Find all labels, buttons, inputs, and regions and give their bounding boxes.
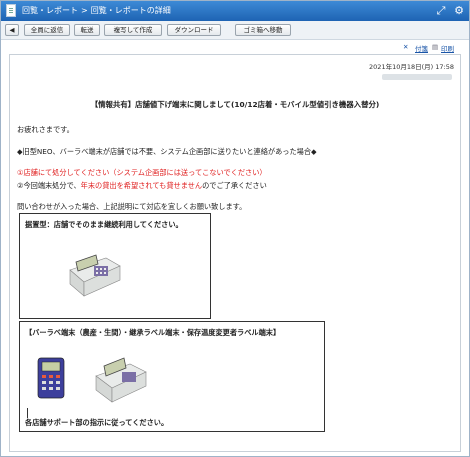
closing-text: 問い合わせが入った場合、上記説明にて対応を宜しくお願い致します。 (17, 202, 247, 211)
action-row: ✕ 付箋 ▤ 印刷 (1, 40, 469, 54)
instruction-1-c: ） (259, 168, 267, 177)
back-button[interactable]: ◀ (5, 24, 19, 36)
handheld-terminal-image (37, 357, 65, 399)
forward-button[interactable]: 転送 (74, 24, 100, 36)
message-body: 2021年10月18日(月) 17:58 【情報共有】店舗値下げ端末に関しまして… (9, 54, 461, 452)
message-date: 2021年10月18日(月) 17:58 (369, 63, 454, 71)
breadcrumb-list[interactable]: 回覧・レポート (22, 6, 78, 15)
instruction-1-b: システム企画部には送ってこないでください (116, 168, 260, 177)
notice-text: ◆旧型NEO、バーラベ端末が店舗では不要、システム企画部に送りたいと連絡があった… (17, 147, 317, 156)
stationary-terminal-image (69, 254, 121, 297)
breadcrumb: 回覧・レポート > 回覧・レポートの詳細 (22, 5, 171, 16)
box1-title: 据置型：店舗でそのまま継続利用してください。 (25, 220, 183, 229)
printer-icon[interactable]: ▤ (432, 43, 438, 51)
toolbar: ◀ 全員に返信 転送 複写して作成 ダウンロード ゴミ箱へ移動 (1, 21, 469, 40)
instruction-1: ①店舗にて処分してください（システム企画部には送ってこないでください） (17, 168, 267, 178)
window: 回覧・レポート > 回覧・レポートの詳細 ⤢ ⚙ ◀ 全員に返信 転送 複写して作成… (0, 0, 470, 457)
instruction-2-b: 年末の貸出を希望されても貸せません (80, 181, 203, 190)
sender-name (382, 74, 452, 80)
document-icon (6, 4, 16, 17)
copy-create-button[interactable]: 複写して作成 (104, 24, 162, 36)
download-button[interactable]: ダウンロード (167, 24, 221, 36)
trash-button[interactable]: ゴミ箱へ移動 (235, 24, 291, 36)
greeting-text: お疲れさまです。 (17, 125, 74, 134)
breadcrumb-separator: > (81, 6, 88, 15)
stationary-device-box: 据置型：店舗でそのまま継続利用してください。 (19, 213, 211, 319)
sticky-note-link[interactable]: 付箋 (415, 43, 428, 53)
instruction-2-c: のでご了承ください (202, 181, 267, 190)
instruction-2-a: ②今回端末処分で、 (17, 181, 81, 190)
message-subject: 【情報共有】店舗値下げ端末に関しまして(10/12店着・モバイル型値引き機器入替… (90, 100, 380, 109)
reply-all-button[interactable]: 全員に返信 (24, 24, 70, 36)
instruction-1-a: ①店舗にて処分してください（ (17, 168, 117, 177)
gear-icon[interactable]: ⚙ (452, 4, 466, 18)
box2-footer: 各店舗サポート部の指示に従ってください。 (25, 418, 169, 427)
text-cursor (27, 408, 28, 418)
expand-icon[interactable]: ⤢ (434, 4, 448, 18)
print-link[interactable]: 印刷 (441, 43, 454, 53)
breadcrumb-current: 回覧・レポートの詳細 (90, 6, 171, 15)
title-bar: 回覧・レポート > 回覧・レポートの詳細 ⤢ ⚙ (1, 1, 469, 21)
box2-title: 【バーラベ端末（農産・生間）・継承ラベル端末・保存温度変更者ラベル端末】 (25, 328, 281, 337)
barcode-device-box: 【バーラベ端末（農産・生間）・継承ラベル端末・保存温度変更者ラベル端末】 各店舗… (19, 321, 325, 432)
back-arrow-icon: ◀ (9, 26, 15, 34)
label-printer-image (95, 357, 147, 403)
instruction-2: ②今回端末処分で、年末の貸出を希望されても貸せませんのでご了承ください (17, 181, 267, 191)
close-x-icon[interactable]: ✕ (403, 43, 408, 51)
